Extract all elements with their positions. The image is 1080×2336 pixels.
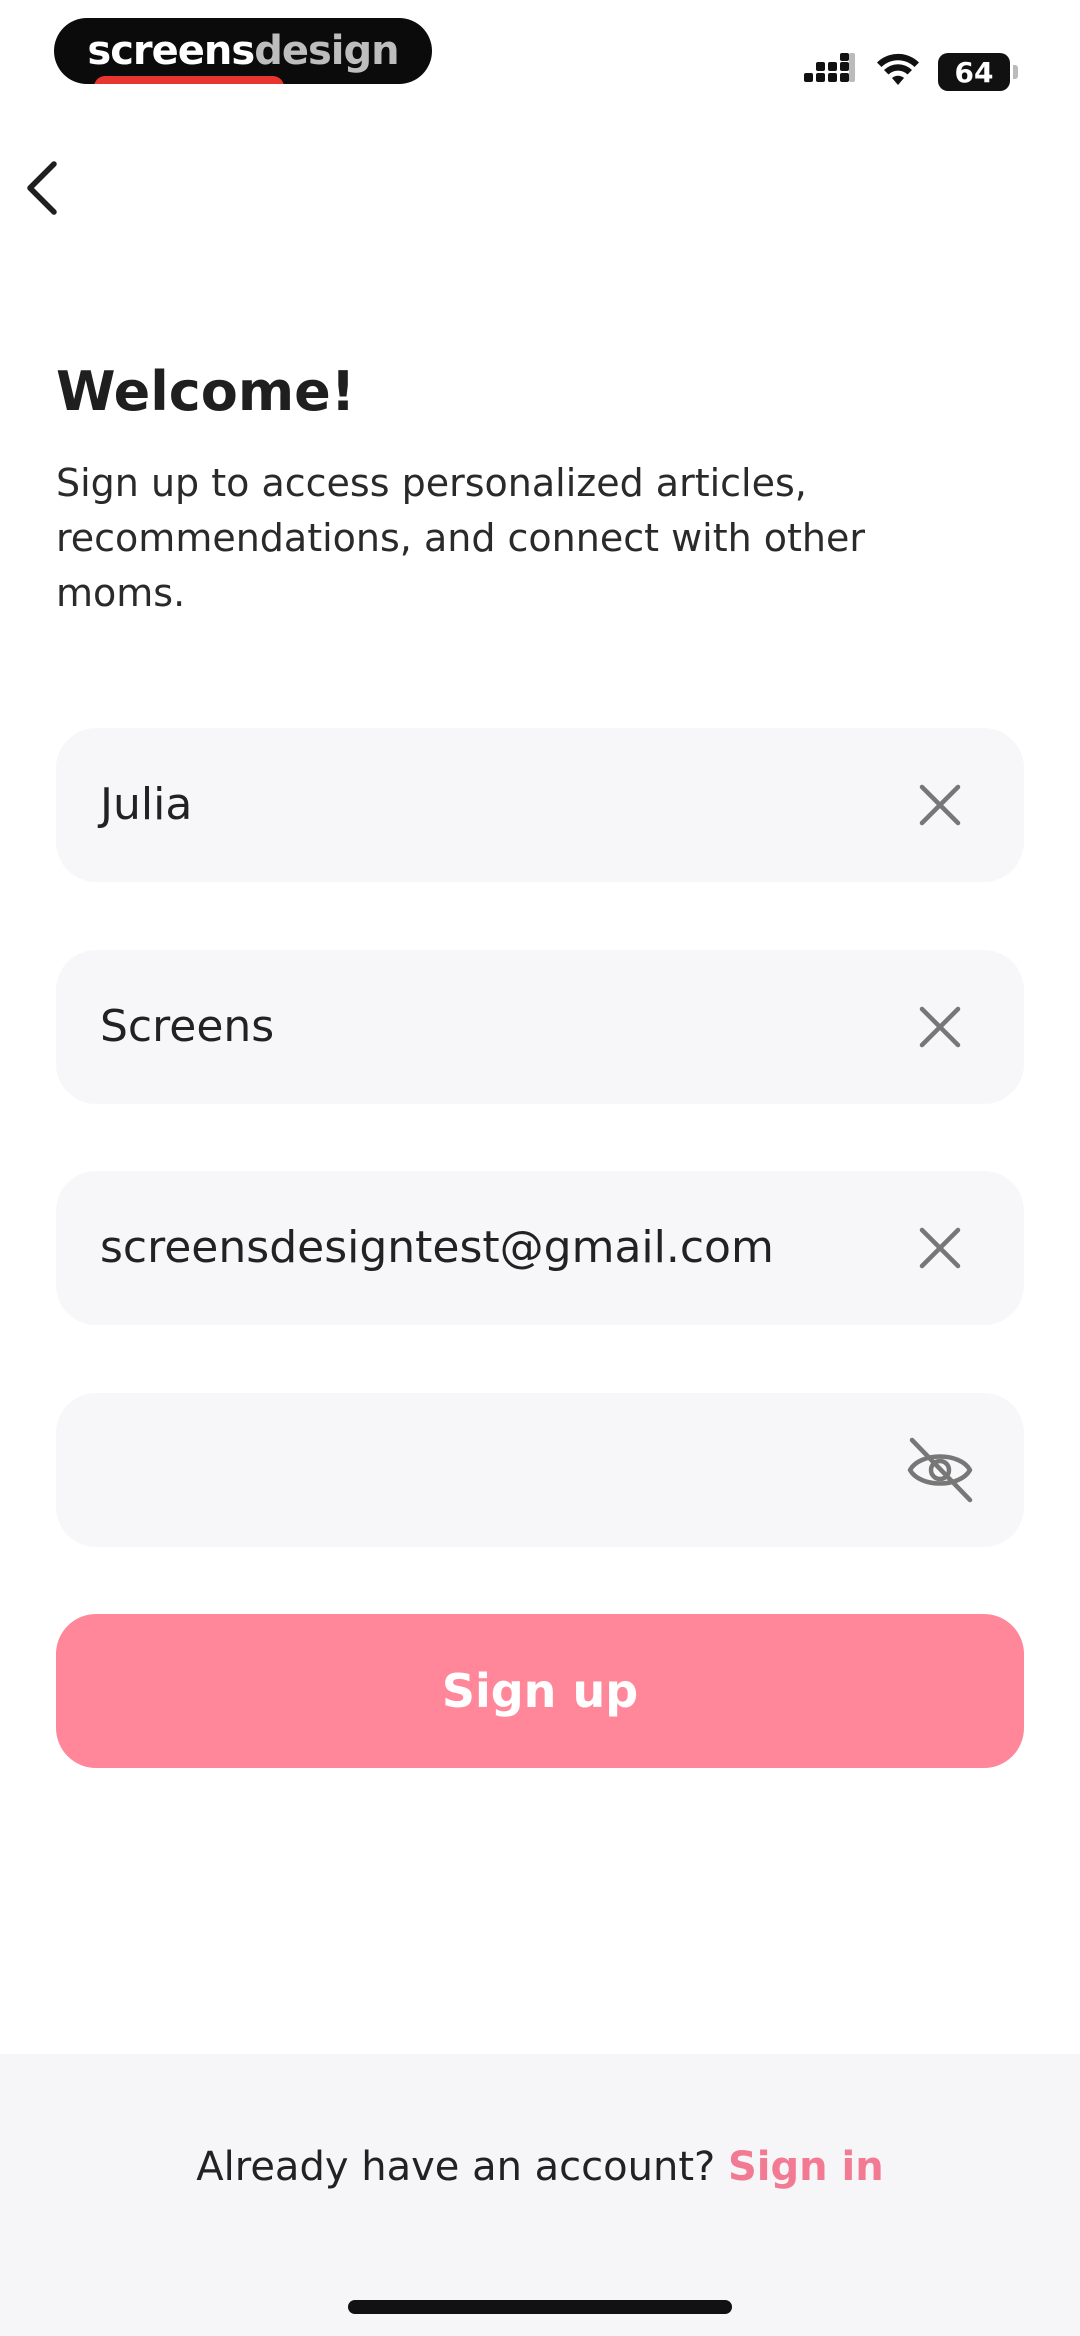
status-icons: 64 bbox=[804, 48, 1018, 96]
status-bar: screensdesign 64 bbox=[0, 0, 1080, 110]
page-title: Welcome! bbox=[56, 360, 356, 423]
signup-screen: screensdesign 64 Welcome! Sign up to acc… bbox=[0, 0, 1080, 2336]
signin-prompt-text: Already have an account? bbox=[196, 2144, 716, 2190]
first-name-value[interactable]: Julia bbox=[100, 728, 192, 882]
password-input[interactable] bbox=[100, 1393, 920, 1547]
first-name-field[interactable]: Julia bbox=[56, 728, 1024, 882]
dynamic-island-indicator bbox=[94, 76, 284, 84]
signup-button[interactable]: Sign up bbox=[56, 1614, 1024, 1768]
chevron-left-icon bbox=[27, 161, 57, 215]
password-field[interactable] bbox=[56, 1393, 1024, 1547]
battery-icon: 64 bbox=[938, 53, 1018, 91]
battery-level: 64 bbox=[954, 55, 994, 89]
email-field[interactable]: screensdesigntest@gmail.com bbox=[56, 1171, 1024, 1325]
clear-email-button[interactable] bbox=[898, 1206, 982, 1290]
close-icon bbox=[919, 1006, 961, 1048]
email-value[interactable]: screensdesigntest@gmail.com bbox=[100, 1171, 774, 1325]
clear-last-name-button[interactable] bbox=[898, 985, 982, 1069]
signal-icon bbox=[804, 53, 858, 91]
wifi-icon bbox=[876, 53, 920, 91]
toggle-password-visibility-button[interactable] bbox=[898, 1428, 982, 1512]
close-icon bbox=[919, 784, 961, 826]
page-subtitle: Sign up to access personalized articles,… bbox=[56, 461, 866, 615]
home-indicator[interactable] bbox=[348, 2300, 732, 2314]
brand-watermark: screensdesign bbox=[54, 18, 432, 84]
brand-text-part1: screens bbox=[87, 28, 255, 74]
back-button[interactable] bbox=[14, 152, 70, 224]
last-name-field[interactable]: Screens bbox=[56, 950, 1024, 1104]
footer: Already have an account? Sign in bbox=[0, 2054, 1080, 2336]
close-icon bbox=[919, 1227, 961, 1269]
clear-first-name-button[interactable] bbox=[898, 763, 982, 847]
signin-prompt-line: Already have an account? Sign in bbox=[0, 2144, 1080, 2190]
last-name-value[interactable]: Screens bbox=[100, 950, 274, 1104]
brand-logo-text: screensdesign bbox=[87, 28, 399, 74]
eye-off-icon bbox=[907, 1437, 973, 1503]
signin-link[interactable]: Sign in bbox=[728, 2144, 884, 2190]
brand-text-part2: design bbox=[254, 28, 399, 74]
